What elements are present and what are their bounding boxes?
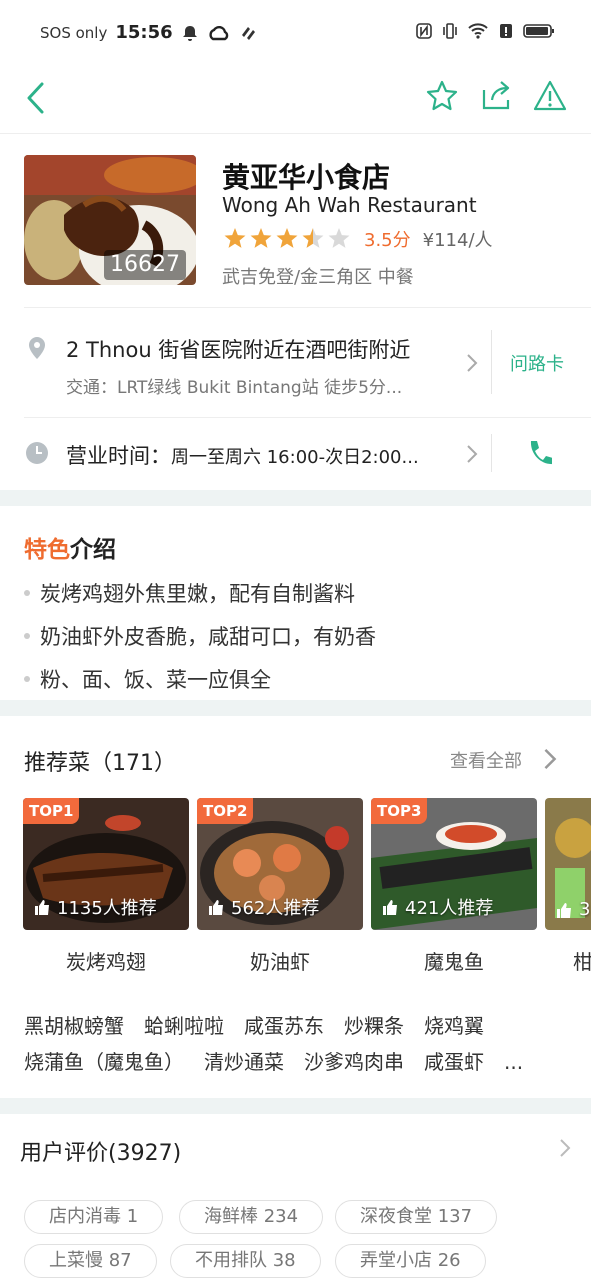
cloud-icon: [209, 25, 228, 40]
recommend-count-text: 562人推荐: [231, 898, 320, 919]
chevron-right-icon[interactable]: [465, 443, 479, 465]
chevron-right-icon[interactable]: [542, 746, 558, 772]
recommend-count: 1135人推荐: [33, 894, 157, 920]
feature-text: 粉、面、饭、菜一应俱全: [40, 668, 271, 692]
link-icon: [241, 26, 255, 40]
review-tag-chip[interactable]: 弄堂小店 26: [335, 1244, 486, 1278]
phone-icon[interactable]: [526, 438, 552, 468]
rating-value: 3.5分: [364, 230, 411, 251]
rating-star: [224, 228, 246, 248]
location-pin-icon: [29, 337, 45, 359]
restaurant-name-cn: 黄亚华小食店: [222, 161, 391, 194]
status-bar: SOS only 15:56: [0, 0, 591, 64]
dish-name: 奶油虾: [250, 950, 310, 974]
dish-tag[interactable]: 炒粿条: [344, 1014, 404, 1038]
star-rating-icon: [224, 228, 350, 248]
dish-name: 炭烤鸡翅: [66, 950, 146, 974]
address-line[interactable]: 2 Thnou 街省医院附近在酒吧街附近: [66, 334, 410, 364]
dish-card[interactable]: TOP3 421人推荐: [371, 798, 537, 930]
recommend-count: 421人推荐: [381, 894, 493, 920]
feature-text: 奶油虾外皮香脆，咸甜可口，有奶香: [40, 625, 376, 649]
dish-name: 柑: [573, 950, 591, 974]
dish-tag[interactable]: 蛤蜊啦啦: [144, 1014, 224, 1038]
area-cuisine: 武吉免登/金三角区 中餐: [222, 267, 414, 288]
business-hours[interactable]: 营业时间：周一至周六 16:00-次日2:00...: [66, 440, 419, 470]
app-bar: [0, 64, 591, 134]
review-tag-chip[interactable]: 深夜食堂 137: [335, 1200, 498, 1234]
rating-star: [302, 228, 324, 248]
route-card-button[interactable]: 问路卡: [510, 350, 564, 376]
dish-card[interactable]: TOP1 1135人推荐: [23, 798, 189, 930]
reviews-title[interactable]: 用户评价(3927): [20, 1135, 181, 1167]
clock: 15:56: [115, 22, 173, 43]
chevron-right-icon[interactable]: [558, 1137, 572, 1159]
top-badge: TOP2: [197, 798, 254, 824]
rating-star: [328, 228, 350, 248]
report-warning-icon[interactable]: [533, 78, 567, 114]
feature-item: 炭烤鸡翅外焦里嫩，配有自制酱料: [24, 578, 355, 608]
restaurant-name-en: Wong Ah Wah Restaurant: [222, 193, 477, 217]
dish-tag[interactable]: 烧鸡翼: [424, 1014, 484, 1038]
thumbs-up-icon: [383, 900, 397, 915]
dish-tag[interactable]: 黑胡椒螃蟹: [24, 1014, 124, 1038]
recommend-count: 562人推荐: [207, 894, 319, 920]
dish-tag[interactable]: 烧蒲鱼（魔鬼鱼）: [24, 1050, 184, 1074]
dish-tag[interactable]: 咸蛋虾: [424, 1050, 484, 1074]
features-title-rest: 介绍: [70, 537, 116, 563]
recommend-count: 3: [555, 899, 590, 920]
wifi-icon: [468, 23, 488, 39]
dish-tag-more[interactable]: ...: [504, 1050, 523, 1074]
rating-star: [250, 228, 272, 248]
nfc-icon: [416, 23, 432, 39]
bell-icon: [182, 25, 197, 41]
top-badge: TOP3: [371, 798, 428, 824]
feature-item: 奶油虾外皮香脆，咸甜可口，有奶香: [24, 621, 376, 651]
recommend-count-text: 421人推荐: [405, 898, 494, 919]
dish-tag[interactable]: 清炒通菜: [204, 1050, 284, 1074]
dish-card[interactable]: TOP2 562人推荐: [197, 798, 363, 930]
alert-signal-icon: [500, 24, 512, 38]
dish-tag[interactable]: 沙爹鸡肉串: [304, 1050, 404, 1074]
review-tag-chip[interactable]: 店内消毒 1: [24, 1200, 164, 1234]
star-favorite-icon[interactable]: [425, 78, 459, 114]
chevron-right-icon[interactable]: [465, 352, 479, 374]
review-tag-chip[interactable]: 不用排队 38: [170, 1244, 321, 1278]
clock-icon: [26, 442, 48, 464]
rating-row: 3.5分 ¥114/人: [222, 226, 493, 252]
back-arrow-icon[interactable]: [22, 78, 52, 118]
feature-text: 炭烤鸡翅外焦里嫩，配有自制酱料: [40, 582, 355, 606]
thumbs-up-icon: [209, 900, 223, 915]
recommend-count-text: 1135人推荐: [57, 898, 157, 919]
see-all-link[interactable]: 查看全部: [450, 747, 522, 773]
recommended-title: 推荐菜（171）: [24, 751, 176, 776]
dish-name: 魔鬼鱼: [424, 950, 484, 974]
vibrate-icon: [443, 23, 457, 39]
feature-item: 粉、面、饭、菜一应俱全: [24, 664, 271, 694]
dish-card[interactable]: 3: [545, 798, 591, 930]
sos-text: SOS only: [40, 23, 108, 42]
photo-count[interactable]: 16627: [104, 250, 186, 280]
recommend-count-text: 3: [579, 899, 591, 920]
price-per-person: ¥114/人: [422, 230, 493, 251]
share-icon[interactable]: [479, 78, 513, 114]
features-title-highlight: 特色: [24, 537, 70, 563]
thumbs-up-icon: [35, 900, 49, 915]
transit-info[interactable]: 交通：LRT绿线 Bukit Bintang站 徒步5分...: [66, 373, 402, 398]
features-title: 特色介绍: [24, 530, 116, 564]
battery-icon: [523, 24, 554, 38]
dish-tag[interactable]: 咸蛋苏东: [244, 1014, 324, 1038]
dish-tags-row: 烧蒲鱼（魔鬼鱼） 清炒通菜 沙爹鸡肉串 咸蛋虾...: [24, 1046, 543, 1075]
thumbs-up-icon: [557, 902, 571, 918]
top-badge: TOP1: [23, 798, 80, 824]
review-tag-chip[interactable]: 海鲜棒 234: [179, 1200, 324, 1234]
review-tag-chip[interactable]: 上菜慢 87: [24, 1244, 157, 1278]
hours-value: 周一至周六 16:00-次日2:00...: [171, 447, 419, 468]
rating-star: [276, 228, 298, 248]
hours-label: 营业时间：: [66, 444, 171, 468]
dish-tags-row: 黑胡椒螃蟹 蛤蜊啦啦 咸蛋苏东 炒粿条 烧鸡翼: [24, 1010, 504, 1039]
